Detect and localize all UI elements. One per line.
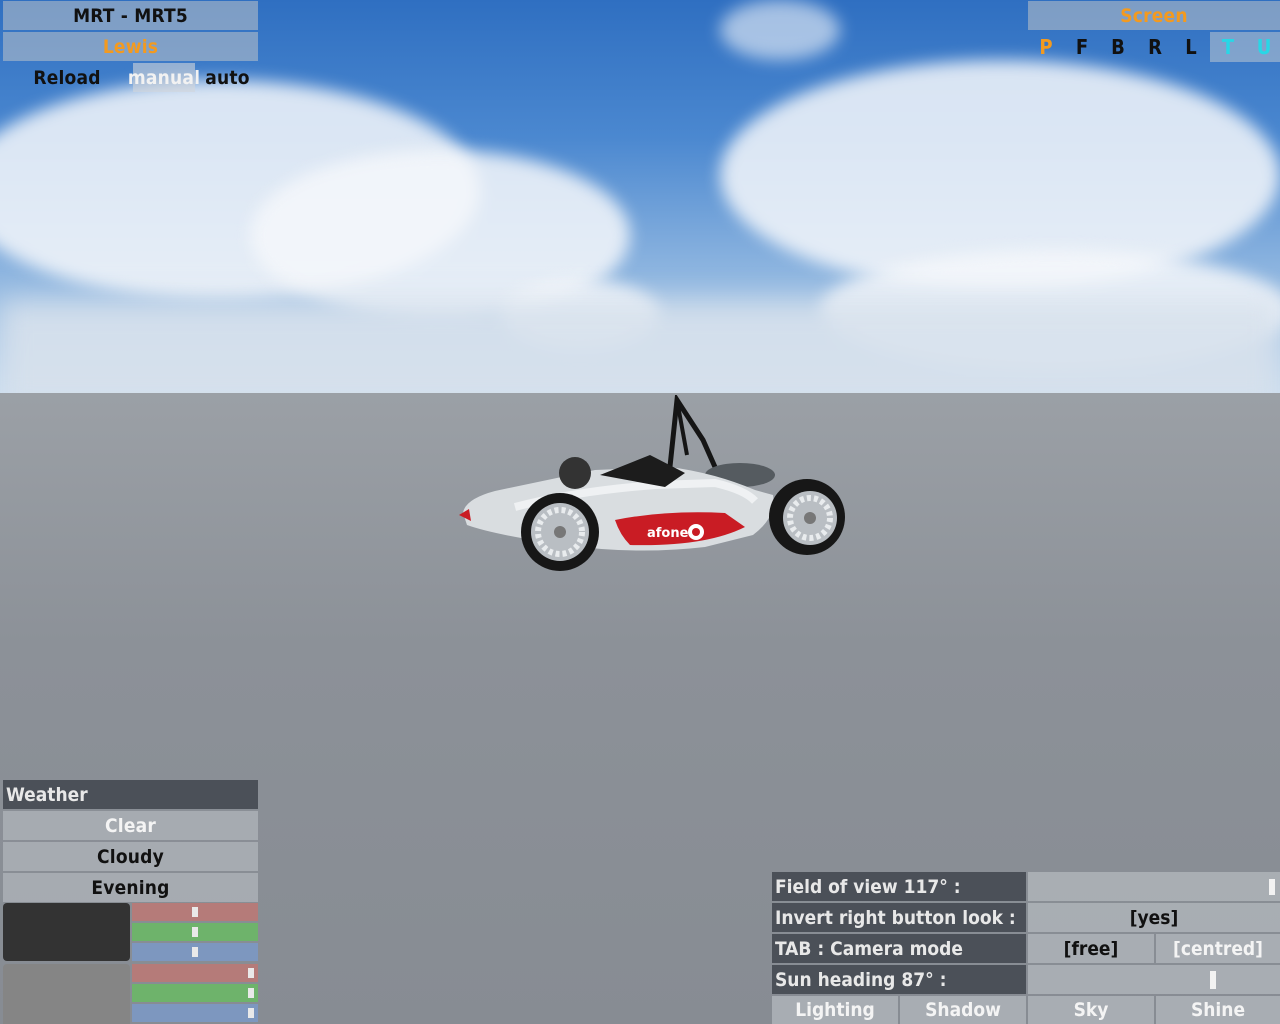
auto-mode-button[interactable]: auto — [197, 63, 258, 92]
invert-look-value: [yes] — [1129, 906, 1179, 929]
car-title: MRT - MRT5 — [73, 4, 188, 27]
sun-heading-label: Sun heading 87° : — [772, 965, 1026, 994]
slider-knob[interactable] — [248, 1008, 254, 1018]
invert-look-label: Invert right button look : — [772, 903, 1026, 932]
shadow-button[interactable]: Shadow — [900, 996, 1026, 1024]
blue-slider-1[interactable] — [132, 943, 258, 961]
cloud — [720, 0, 840, 60]
fov-slider[interactable] — [1028, 872, 1280, 901]
manual-label: manual — [127, 66, 201, 89]
screen-tab-t[interactable]: T — [1210, 32, 1246, 62]
sun-heading-knob[interactable] — [1210, 971, 1216, 989]
screen-title: Screen — [1120, 4, 1188, 27]
shadow-label: Shadow — [925, 999, 1001, 1021]
sun-heading-slider[interactable] — [1028, 965, 1280, 994]
camera-mode-label-text: TAB : Camera mode — [775, 937, 963, 960]
weather-clear-button[interactable]: Clear — [3, 811, 258, 840]
screen-panel-title[interactable]: Screen — [1028, 1, 1280, 30]
sun-heading-label-text: Sun heading 87° : — [775, 968, 947, 991]
screen-tab-r[interactable]: R — [1137, 32, 1173, 62]
invert-look-label-text: Invert right button look : — [775, 906, 1016, 929]
auto-label: auto — [205, 66, 250, 89]
race-car: afone — [459, 395, 845, 571]
screen-tab-b[interactable]: B — [1100, 32, 1136, 62]
weather-cloudy-label: Cloudy — [97, 845, 164, 868]
slider-knob[interactable] — [192, 947, 198, 957]
weather-cloudy-button[interactable]: Cloudy — [3, 842, 258, 871]
lighting-button[interactable]: Lighting — [772, 996, 898, 1024]
screen-tab-p[interactable]: P — [1028, 32, 1064, 62]
driver-name: Lewis — [102, 35, 159, 58]
driver-name-label[interactable]: Lewis — [3, 32, 258, 61]
weather-header: Weather — [3, 780, 258, 809]
fov-slider-knob[interactable] — [1269, 879, 1275, 895]
red-slider-2[interactable] — [132, 964, 258, 982]
slider-knob[interactable] — [192, 907, 198, 917]
green-slider-2[interactable] — [132, 984, 258, 1002]
color-swatch-1[interactable] — [3, 903, 130, 961]
lighting-label: Lighting — [795, 999, 875, 1021]
screen-tab-l[interactable]: L — [1173, 32, 1209, 62]
weather-evening-button[interactable]: Evening — [3, 873, 258, 902]
screen-tab-f[interactable]: F — [1064, 32, 1100, 62]
color-swatch-2[interactable] — [3, 964, 130, 1024]
sky-label: Sky — [1073, 999, 1109, 1021]
car-name-label[interactable]: MRT - MRT5 — [3, 1, 258, 30]
slider-knob[interactable] — [192, 927, 198, 937]
shine-button[interactable]: Shine — [1156, 996, 1280, 1024]
horizon-haze — [0, 300, 1280, 393]
reload-button[interactable]: Reload — [3, 63, 131, 92]
manual-mode-button[interactable]: manual — [128, 63, 200, 92]
car-sponsor-text: afone — [647, 526, 689, 541]
red-slider-1[interactable] — [132, 903, 258, 921]
camera-centred-label: [centred] — [1173, 937, 1263, 960]
camera-free-label: [free] — [1063, 937, 1119, 960]
slider-knob[interactable] — [248, 968, 254, 978]
weather-clear-label: Clear — [105, 814, 156, 837]
camera-centred-button[interactable]: [centred] — [1156, 934, 1280, 963]
camera-free-button[interactable]: [free] — [1028, 934, 1154, 963]
camera-mode-label: TAB : Camera mode — [772, 934, 1026, 963]
slider-knob[interactable] — [248, 988, 254, 998]
blue-slider-2[interactable] — [132, 1004, 258, 1022]
green-slider-1[interactable] — [132, 923, 258, 941]
weather-evening-label: Evening — [91, 876, 170, 899]
shine-label: Shine — [1190, 999, 1246, 1021]
reload-label: Reload — [33, 66, 101, 89]
invert-look-toggle[interactable]: [yes] — [1028, 903, 1280, 932]
weather-header-text: Weather — [6, 783, 88, 806]
screen-tab-u[interactable]: U — [1246, 32, 1280, 62]
fov-label: Field of view 117° : — [772, 872, 1026, 901]
fov-label-text: Field of view 117° : — [775, 875, 961, 898]
sky-button[interactable]: Sky — [1028, 996, 1154, 1024]
